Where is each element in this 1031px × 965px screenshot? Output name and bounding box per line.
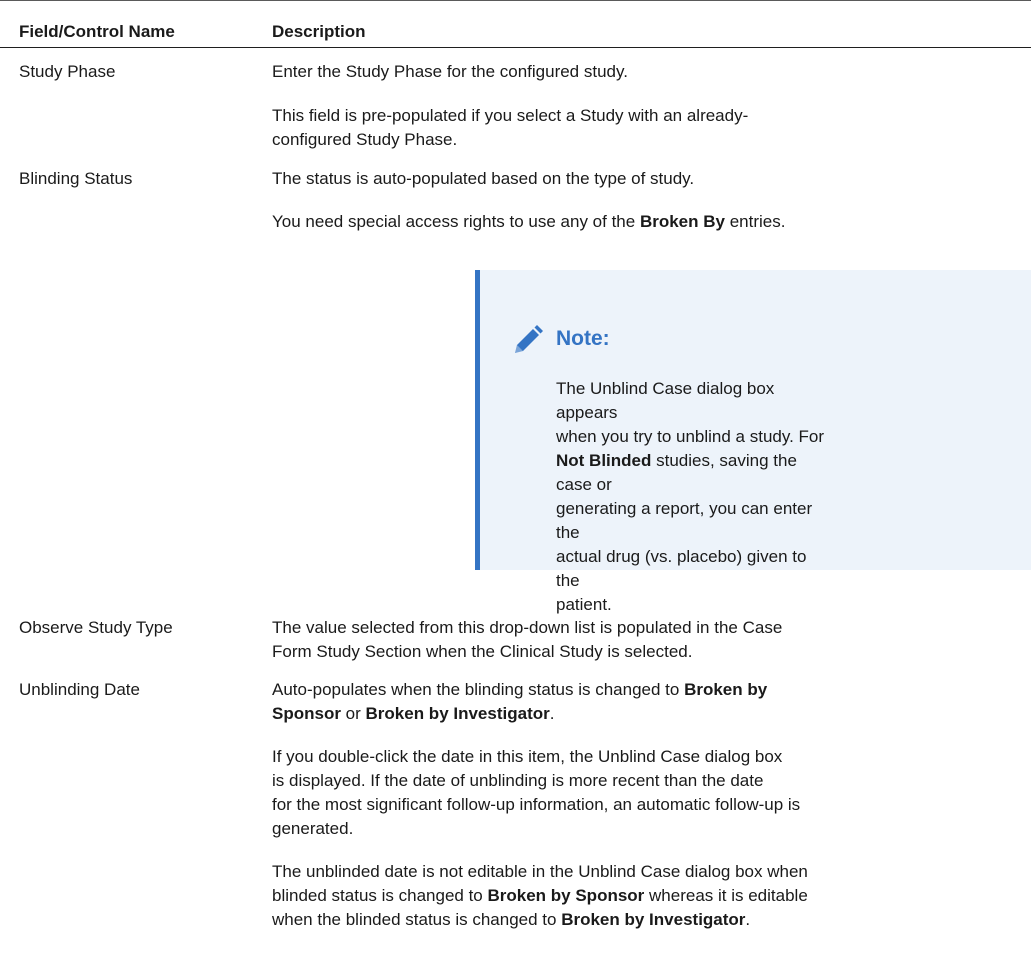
note-title: Note: — [556, 327, 610, 350]
unblinding-date-p2-line1: If you double-click the date in this ite… — [272, 747, 783, 766]
unblinding-date-p1-line2: Sponsor or Broken by Investigator. — [272, 704, 555, 723]
observe-study-type-desc-1: The value selected from this drop-down l… — [272, 618, 783, 637]
blinding-status-desc-1: The status is auto-populated based on th… — [272, 169, 695, 188]
row-name-observe-study-type: Observe Study Type — [19, 618, 173, 637]
note-box: Note: The Unblind Case dialog box appear… — [475, 270, 1031, 614]
blinding-status-desc-2: You need special access rights to use an… — [272, 212, 786, 231]
note-body: The Unblind Case dialog box appears when… — [556, 379, 825, 614]
header-description: Description — [272, 22, 366, 41]
row-name-unblinding-date: Unblinding Date — [19, 680, 140, 699]
header-field-control-name: Field/Control Name — [19, 22, 175, 41]
observe-study-type-desc-2: Form Study Section when the Clinical Stu… — [272, 642, 693, 661]
unblinding-date-p2-line4: generated. — [272, 819, 354, 838]
study-phase-desc-3: configured Study Phase. — [272, 130, 458, 149]
row-name-blinding-status: Blinding Status — [19, 169, 133, 188]
unblinding-date-p2-line3: for the most significant follow-up infor… — [272, 795, 801, 814]
study-phase-desc-1: Enter the Study Phase for the configured… — [272, 62, 628, 81]
study-phase-desc-2: This field is pre-populated if you selec… — [272, 106, 749, 125]
table-header: Field/Control Name Description — [0, 0, 1031, 48]
unblinding-date-p1-line1: Auto-populates when the blinding status … — [272, 680, 768, 699]
row-name-study-phase: Study Phase — [19, 62, 116, 81]
unblinding-date-p3-line1: The unblinded date is not editable in th… — [272, 862, 808, 881]
unblinding-date-p3-line2: blinded status is changed to Broken by S… — [272, 886, 808, 905]
pencil-icon — [515, 325, 543, 353]
unblinding-date-p2-line2: is displayed. If the date of unblinding … — [272, 771, 764, 790]
unblinding-date-p3-line3: when the blinded status is changed to Br… — [272, 910, 751, 929]
